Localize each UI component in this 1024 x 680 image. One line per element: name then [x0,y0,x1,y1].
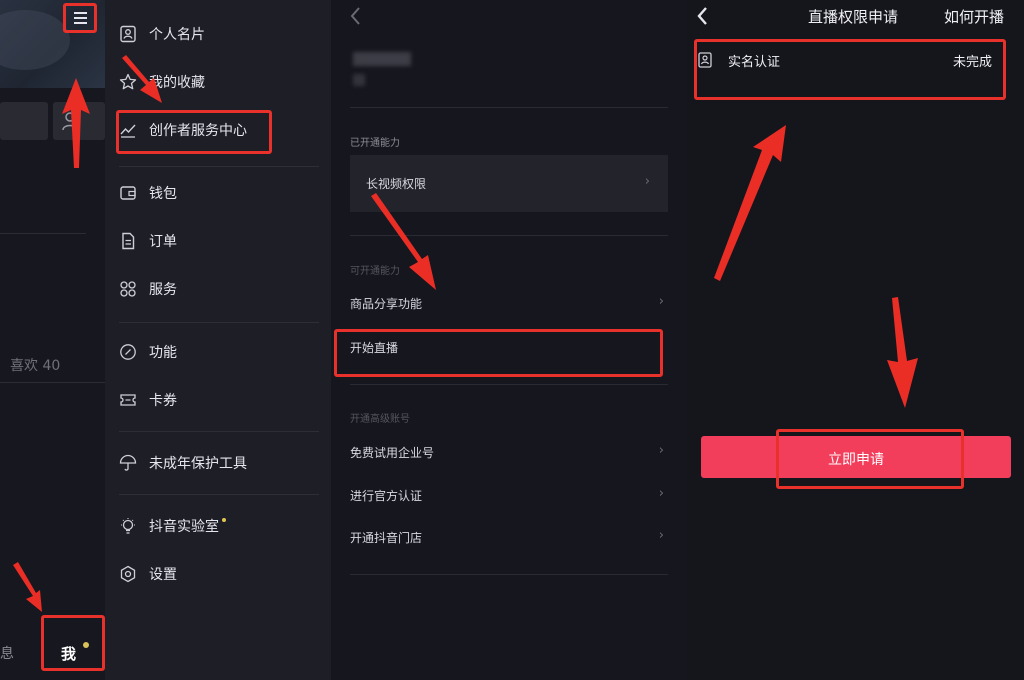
divider [119,494,319,495]
divider [0,382,105,383]
back-arrow-icon[interactable] [696,6,710,26]
divider [350,107,668,108]
long-video-permission-row[interactable]: 长视频权限 › [350,155,668,212]
highlight-box [776,429,964,489]
divider [350,574,668,575]
abilities-panel: 已开通能力 长视频权限 › 可开通能力 商品分享功能 › 开始直播 开通高级账号… [331,0,687,680]
nav-me-tab[interactable]: 我 [61,643,76,664]
highlight-box [334,329,663,377]
chevron-right-icon: › [658,528,664,543]
menu-item-services[interactable]: 服务 [105,267,331,311]
umbrella-icon [119,454,137,471]
menu-item-features[interactable]: 功能 [105,330,331,374]
chevron-right-icon: › [658,294,664,309]
chevron-right-icon: › [644,174,650,189]
menu-label: 抖音实验室 [149,516,226,536]
highlight-box [116,110,272,154]
divider [0,233,86,234]
back-arrow-icon[interactable] [349,6,363,26]
row-label: 开通抖音门店 [350,531,423,545]
chevron-right-icon: › [658,443,664,458]
enterprise-trial-row[interactable]: 免费试用企业号 › [350,440,668,464]
douyin-store-row[interactable]: 开通抖音门店 › [350,525,668,549]
divider [350,384,668,385]
product-share-row[interactable]: 商品分享功能 › [350,291,668,315]
menu-label: 卡券 [149,393,177,409]
new-badge-dot [222,518,226,522]
menu-item-orders[interactable]: 订单 [105,219,331,263]
nav-messages-tab[interactable]: 息 [0,643,14,663]
live-permission-panel: 直播权限申请 如何开播 实名认证 未完成 立即申请 [687,0,1024,680]
divider [119,431,319,432]
menu-item-settings[interactable]: 设置 [105,552,331,596]
side-menu: 个人名片 我的收藏 创作者服务中心 钱包 订单 服务 功能 卡券 未成年保护工具… [105,0,331,680]
username-blurred [353,74,365,86]
section-header-available: 可开通能力 [350,266,400,277]
page-title: 直播权限申请 [808,8,899,26]
section-header-opened: 已开通能力 [350,138,400,149]
menu-item-wallet[interactable]: 钱包 [105,171,331,215]
menu-label: 设置 [149,567,177,583]
menu-item-coupons[interactable]: 卡券 [105,378,331,422]
menu-item-minor-protection[interactable]: 未成年保护工具 [105,441,331,485]
likes-tab[interactable]: 喜欢 40 [10,355,60,375]
divider [119,322,319,323]
add-friend-button[interactable] [53,102,105,140]
row-label: 长视频权限 [366,177,427,191]
official-cert-row[interactable]: 进行官方认证 › [350,483,668,507]
menu-item-lab[interactable]: 抖音实验室 [105,504,331,548]
chevron-right-icon: › [658,486,664,501]
how-to-live-link[interactable]: 如何开播 [944,6,1004,27]
row-label: 免费试用企业号 [350,446,435,460]
edit-profile-button[interactable] [0,102,48,140]
row-label: 商品分享功能 [350,297,423,311]
order-icon [122,232,135,250]
menu-label: 钱包 [149,186,177,202]
star-icon [119,73,137,90]
avatar-blurred [353,52,411,66]
section-header-advanced: 开通高级账号 [350,414,410,425]
highlight-box [694,39,1006,100]
coupon-icon [120,394,136,406]
user-icon [62,112,78,131]
bulb-icon [121,518,135,534]
hamburger-menu-icon[interactable] [63,3,97,33]
profile-panel: 喜欢 40 息 我 [0,0,105,680]
menu-label: 我的收藏 [149,75,205,91]
menu-label-text: 抖音实验室 [149,519,219,535]
divider [350,235,668,236]
menu-label: 未成年保护工具 [149,456,247,472]
wallet-icon [120,186,136,200]
menu-label: 订单 [149,234,177,250]
row-label: 进行官方认证 [350,489,423,503]
id-card-icon [120,25,136,43]
menu-label: 个人名片 [149,27,205,43]
notification-dot [83,642,89,648]
menu-item-business-card[interactable]: 个人名片 [105,12,331,56]
divider [119,166,319,167]
menu-label: 服务 [149,282,177,298]
link-icon [120,344,136,360]
menu-label: 功能 [149,345,177,361]
menu-item-favorites[interactable]: 我的收藏 [105,60,331,104]
gear-icon [120,565,136,583]
grid-icon [120,281,136,297]
